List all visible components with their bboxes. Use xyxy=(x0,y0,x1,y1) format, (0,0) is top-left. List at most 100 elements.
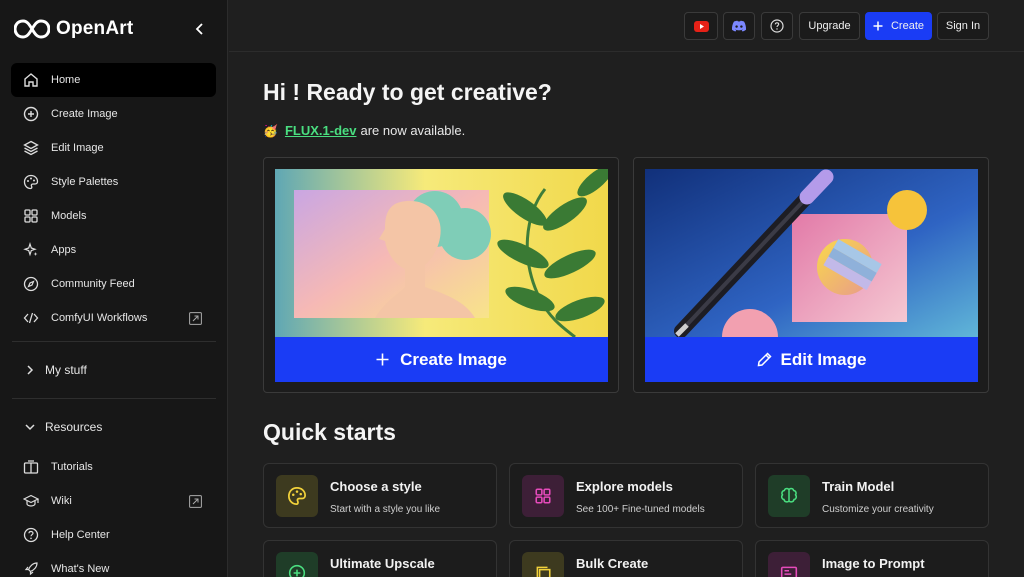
create-image-cta-label: Create Image xyxy=(400,349,507,369)
home-icon xyxy=(23,72,39,88)
quick-start-title: Choose a style xyxy=(330,479,422,494)
collapse-sidebar-button[interactable] xyxy=(190,19,210,39)
logo[interactable]: OpenArt xyxy=(14,14,214,44)
pencil-icon xyxy=(757,352,773,368)
sidebar-item-community-feed[interactable]: Community Feed xyxy=(11,267,216,301)
chevron-right-icon xyxy=(25,364,37,376)
youtube-icon xyxy=(693,20,709,32)
sidebar-item-whats-new[interactable]: What's New xyxy=(11,552,216,577)
image-prompt-icon xyxy=(768,552,810,577)
upscale-icon xyxy=(276,552,318,577)
resources-label: Resources xyxy=(45,420,103,434)
sidebar-item-wiki[interactable]: Wiki xyxy=(11,484,216,518)
sidebar-divider xyxy=(12,341,216,342)
quick-start-desc: See 100+ Fine-tuned models xyxy=(576,504,705,515)
create-label: Create xyxy=(890,20,925,32)
sidebar-item-home[interactable]: Home xyxy=(11,63,216,97)
sign-in-button[interactable]: Sign In xyxy=(937,12,989,40)
external-link-icon xyxy=(189,312,202,325)
stack-icon xyxy=(522,552,564,577)
my-stuff-label: My stuff xyxy=(45,363,87,377)
create-button[interactable]: Create xyxy=(865,12,932,40)
youtube-button[interactable] xyxy=(684,12,718,40)
app-name: OpenArt xyxy=(56,18,134,39)
sidebar-item-label: Edit Image xyxy=(51,142,104,154)
create-image-cta[interactable]: Create Image xyxy=(275,337,608,382)
grid-icon xyxy=(23,208,39,224)
help-button[interactable] xyxy=(761,12,793,40)
quick-start-title: Train Model xyxy=(822,479,895,494)
upgrade-button[interactable]: Upgrade xyxy=(799,12,860,40)
create-image-artwork xyxy=(275,169,608,337)
quick-start-bulk-create[interactable]: Bulk Create xyxy=(509,540,743,577)
resources-toggle[interactable]: Resources xyxy=(11,410,216,444)
rocket-icon xyxy=(23,561,39,577)
sidebar-item-models[interactable]: Models xyxy=(11,199,216,233)
help-icon xyxy=(770,19,784,33)
sidebar-item-label: ComfyUI Workflows xyxy=(51,312,148,324)
announcement: 🥳 FLUX.1-dev are now available. xyxy=(263,123,465,138)
sidebar-item-help-center[interactable]: Help Center xyxy=(11,518,216,552)
quick-start-title: Bulk Create xyxy=(576,556,649,571)
sidebar-item-label: Community Feed xyxy=(51,278,135,290)
quick-start-title: Explore models xyxy=(576,479,673,494)
quick-start-desc: Customize your creativity xyxy=(822,504,934,515)
quick-start-desc: Start with a style you like xyxy=(330,504,441,515)
sidebar-item-label: Tutorials xyxy=(51,461,93,473)
compass-icon xyxy=(23,276,39,292)
main-content: Hi ! Ready to get creative? 🥳 FLUX.1-dev… xyxy=(229,53,1024,577)
sidebar-divider xyxy=(12,398,216,399)
sidebar-item-label: Help Center xyxy=(51,529,110,541)
quick-start-image-to-prompt[interactable]: Image to Prompt xyxy=(755,540,989,577)
sidebar: OpenArt Home Create Image Edit Image Sty… xyxy=(0,0,228,577)
sidebar-item-apps[interactable]: Apps xyxy=(11,233,216,267)
quick-start-explore-models[interactable]: Explore models See 100+ Fine-tuned model… xyxy=(509,463,743,528)
quick-start-ultimate-upscale[interactable]: Ultimate Upscale xyxy=(263,540,497,577)
plus-icon xyxy=(873,21,883,31)
sidebar-item-style-palettes[interactable]: Style Palettes xyxy=(11,165,216,199)
announcement-text: are now available. xyxy=(360,123,466,138)
quick-start-title: Image to Prompt xyxy=(822,556,925,571)
sidebar-item-label: Wiki xyxy=(51,495,72,507)
top-bar: Upgrade Create Sign In xyxy=(229,0,1024,52)
flux-link[interactable]: FLUX.1-dev xyxy=(285,123,357,138)
chevron-down-icon xyxy=(25,421,37,433)
graduation-cap-icon xyxy=(23,493,39,509)
grid-icon xyxy=(522,475,564,517)
chevron-left-icon xyxy=(195,23,203,35)
help-circle-icon xyxy=(23,527,39,543)
code-icon xyxy=(23,310,39,326)
sidebar-item-edit-image[interactable]: Edit Image xyxy=(11,131,216,165)
sidebar-item-label: Style Palettes xyxy=(51,176,119,188)
edit-image-card[interactable]: Edit Image xyxy=(633,157,989,393)
sidebar-item-label: Apps xyxy=(51,244,77,256)
palette-icon xyxy=(23,174,39,190)
sidebar-item-label: Models xyxy=(51,210,87,222)
sidebar-item-label: Home xyxy=(51,74,81,86)
sidebar-item-tutorials[interactable]: Tutorials xyxy=(11,450,216,484)
quick-start-title: Ultimate Upscale xyxy=(330,556,435,571)
sidebar-item-label: Create Image xyxy=(51,108,118,120)
discord-icon xyxy=(731,20,747,32)
plus-circle-icon xyxy=(23,106,39,122)
external-link-icon xyxy=(189,495,202,508)
party-emoji: 🥳 xyxy=(263,123,278,138)
layers-icon xyxy=(23,140,39,156)
create-image-card[interactable]: Create Image xyxy=(263,157,619,393)
sidebar-item-label: What's New xyxy=(51,563,110,575)
plus-icon xyxy=(376,352,392,368)
sidebar-item-create-image[interactable]: Create Image xyxy=(11,97,216,131)
edit-image-cta-label: Edit Image xyxy=(780,349,867,369)
quick-start-train-model[interactable]: Train Model Customize your creativity xyxy=(755,463,989,528)
palette-icon xyxy=(276,475,318,517)
page-title: Hi ! Ready to get creative? xyxy=(263,79,552,105)
tutorial-icon xyxy=(23,459,39,475)
brain-icon xyxy=(768,475,810,517)
edit-image-artwork xyxy=(645,169,978,337)
openart-logo-icon xyxy=(14,19,50,39)
edit-image-cta[interactable]: Edit Image xyxy=(645,337,978,382)
sidebar-item-comfyui-workflows[interactable]: ComfyUI Workflows xyxy=(11,301,216,335)
my-stuff-toggle[interactable]: My stuff xyxy=(11,353,216,387)
quick-start-choose-style[interactable]: Choose a style Start with a style you li… xyxy=(263,463,497,528)
discord-button[interactable] xyxy=(723,12,755,40)
